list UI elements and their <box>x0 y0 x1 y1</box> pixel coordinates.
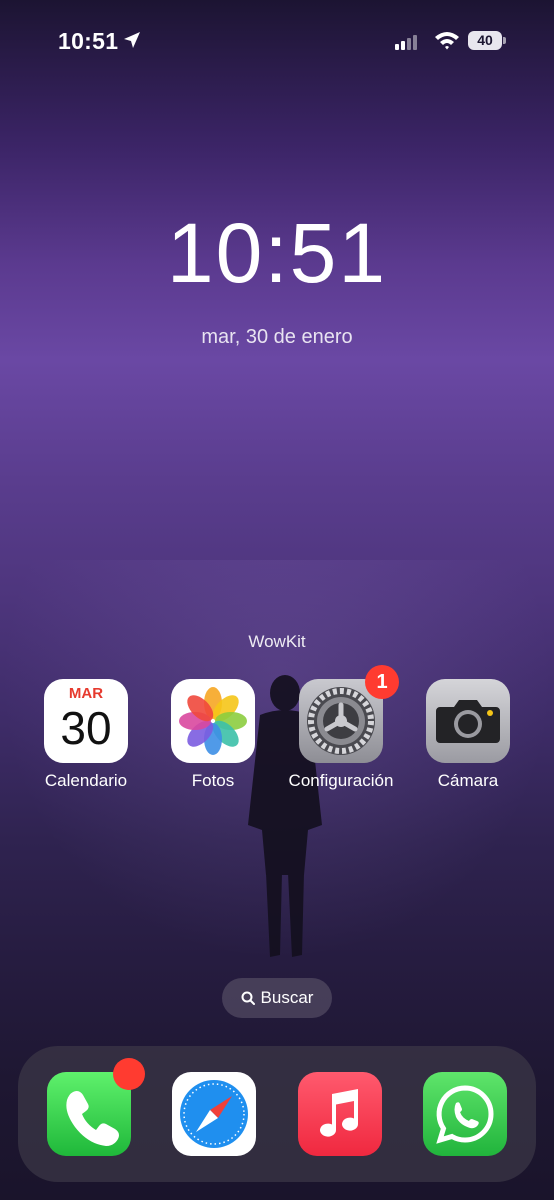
music-note-icon[interactable] <box>298 1072 382 1156</box>
camera-graphic <box>436 700 500 743</box>
location-arrow-icon <box>124 32 140 48</box>
signal-icon <box>395 35 417 50</box>
wifi-icon <box>435 32 459 50</box>
app-label: Calendario <box>44 771 128 790</box>
calendar-number: 30 <box>60 702 112 754</box>
calendar-day: MAR <box>68 685 104 702</box>
home-screen: 10:51 40 10:51 mar, 30 de enero WowKit M… <box>0 0 554 1200</box>
calendar-icon[interactable]: MAR 30 <box>44 679 128 763</box>
battery-level: 40 <box>468 31 502 50</box>
status-bar: 10:51 40 <box>0 26 554 58</box>
app-camara[interactable]: Cámara <box>408 679 528 791</box>
notification-badge <box>113 1058 145 1090</box>
app-label: Configuración <box>288 771 394 790</box>
app-label: Fotos <box>191 771 235 790</box>
clock-widget-time[interactable]: 10:51 <box>0 205 554 301</box>
camera-icon[interactable] <box>426 679 510 763</box>
search-icon <box>241 991 255 1005</box>
compass-graphic <box>180 1080 248 1148</box>
settings-gear-icon[interactable]: 1 <box>299 665 399 763</box>
app-label: Cámara <box>437 771 499 790</box>
whatsapp-icon[interactable] <box>423 1072 507 1156</box>
whatsapp-graphic <box>436 1085 494 1144</box>
photos-icon[interactable] <box>171 679 255 763</box>
battery-indicator: 40 <box>468 31 506 51</box>
app-fotos[interactable]: Fotos <box>153 679 273 791</box>
battery-tip <box>503 37 506 44</box>
app-configuracion[interactable]: 1 Configuración <box>281 665 401 791</box>
photos-flower <box>179 687 247 755</box>
app-calendario[interactable]: MAR 30 Calendario <box>26 679 146 791</box>
music-graphic <box>320 1089 359 1137</box>
clock-widget-date: mar, 30 de enero <box>201 326 353 348</box>
search-label: Buscar <box>260 988 314 1007</box>
search-button[interactable]: Buscar <box>222 978 332 1018</box>
dock <box>18 1046 536 1182</box>
status-time: 10:51 <box>58 28 119 54</box>
safari-compass-icon[interactable] <box>172 1072 256 1156</box>
notification-badge: 1 <box>365 665 399 699</box>
widget-label: WowKit <box>248 632 306 651</box>
